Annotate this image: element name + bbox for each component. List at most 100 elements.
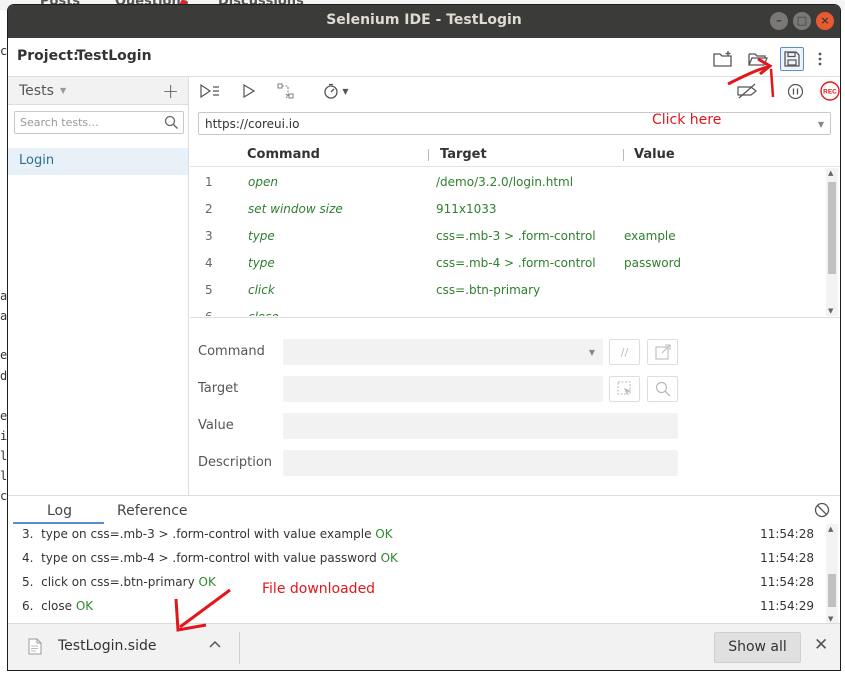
- row-number: 1: [205, 175, 213, 189]
- download-file-name[interactable]: TestLogin.side: [58, 638, 156, 654]
- log-entry: 5. click on css=.btn-primary OK 11:54:28: [8, 572, 823, 596]
- log-number: 3.: [22, 527, 34, 541]
- log-entry: 3. type on css=.mb-3 > .form-control wit…: [8, 524, 823, 548]
- row-number: 4: [205, 256, 213, 270]
- search-icon: [164, 115, 179, 134]
- scroll-up-icon[interactable]: ▲: [828, 525, 833, 533]
- add-test-button[interactable]: +: [162, 79, 179, 103]
- test-editor: ▼ REC https://coreui.io ▼ Command Target…: [190, 77, 840, 495]
- comment-button[interactable]: //: [609, 339, 640, 365]
- log-number: 5.: [22, 575, 34, 589]
- scroll-down-icon[interactable]: ▼: [828, 307, 833, 315]
- file-icon: [28, 638, 42, 659]
- arrow-annotation-icon: [727, 57, 775, 98]
- search-icon: [655, 381, 670, 397]
- description-input[interactable]: [283, 450, 678, 476]
- row-command: type: [248, 229, 275, 243]
- open-external-icon: [654, 344, 671, 360]
- close-window-button[interactable]: ×: [816, 12, 834, 30]
- table-row[interactable]: 6 close: [190, 303, 826, 316]
- log-text: type on css=.mb-4 > .form-control with v…: [41, 551, 377, 565]
- target-input[interactable]: [283, 376, 603, 402]
- click-here-annotation: Click here: [652, 112, 722, 128]
- minimize-button[interactable]: –: [770, 12, 788, 30]
- show-all-button[interactable]: Show all: [714, 632, 801, 663]
- project-name[interactable]: TestLogin: [76, 48, 152, 64]
- pause-icon: [787, 83, 803, 99]
- open-reference-button[interactable]: [647, 339, 678, 365]
- record-label: REC: [823, 89, 837, 96]
- header-target: Target: [440, 147, 487, 162]
- header-value: Value: [634, 147, 675, 162]
- step-over-icon: [277, 83, 294, 99]
- scrollbar-thumb[interactable]: [828, 574, 836, 607]
- row-command: close: [248, 310, 279, 316]
- log-panel: Log Reference 3. type on css=.mb-3 > .fo…: [8, 495, 840, 624]
- find-target-button[interactable]: [647, 376, 678, 402]
- tab-log[interactable]: Log: [47, 503, 72, 519]
- more-options-button[interactable]: [808, 47, 832, 71]
- log-number: 6.: [22, 599, 34, 613]
- log-text: close: [41, 599, 73, 613]
- run-current-test-button[interactable]: [238, 82, 260, 100]
- table-row[interactable]: 5 click css=.btn-primary: [190, 276, 826, 303]
- caret-down-icon: ▼: [342, 86, 349, 96]
- tab-reference[interactable]: Reference: [117, 503, 188, 519]
- log-number: 4.: [22, 551, 34, 565]
- test-speed-button[interactable]: ▼: [318, 82, 354, 100]
- log-entry: 6. close OK 11:54:29: [8, 596, 823, 620]
- table-row[interactable]: 3 type css=.mb-3 > .form-control example: [190, 222, 826, 249]
- row-number: 6: [205, 310, 213, 316]
- file-downloaded-annotation: File downloaded: [262, 581, 376, 597]
- chevron-up-icon[interactable]: [209, 638, 221, 651]
- caret-down-icon: ▼: [60, 86, 67, 95]
- scroll-down-icon[interactable]: ▼: [828, 615, 833, 623]
- caret-down-icon: ▼: [817, 120, 824, 129]
- row-command: set window size: [248, 202, 343, 216]
- maximize-button[interactable]: □: [793, 12, 811, 30]
- step-over-button[interactable]: [275, 82, 297, 100]
- log-list: 3. type on css=.mb-3 > .form-control wit…: [8, 524, 823, 624]
- table-row[interactable]: 4 type css=.mb-4 > .form-control passwor…: [190, 249, 826, 276]
- command-editor: Command ▼ // Target Value Description: [190, 317, 840, 495]
- scroll-up-icon[interactable]: ▲: [828, 169, 833, 177]
- search-tests-input[interactable]: Search tests...: [14, 111, 184, 134]
- close-download-bar-button[interactable]: ✕: [814, 635, 828, 655]
- pause-on-exceptions-button[interactable]: [784, 82, 806, 100]
- run-all-tests-button[interactable]: [199, 82, 221, 100]
- tests-dropdown[interactable]: Tests: [19, 83, 54, 99]
- header-command: Command: [247, 147, 320, 162]
- row-target: css=.mb-4 > .form-control: [436, 256, 596, 270]
- selenium-ide-window: Selenium IDE - TestLogin – □ × Project: …: [8, 5, 840, 670]
- log-scrollbar[interactable]: ▲ ▼: [826, 524, 838, 624]
- scrollbar-thumb[interactable]: [828, 182, 836, 274]
- clear-log-button[interactable]: [814, 502, 830, 522]
- table-row[interactable]: 1 open /demo/3.2.0/login.html: [190, 168, 826, 195]
- log-time: 11:54:28: [760, 551, 814, 565]
- description-label: Description: [198, 455, 273, 470]
- base-url-input[interactable]: https://coreui.io ▼: [198, 112, 831, 135]
- project-bar: Project: TestLogin: [8, 38, 840, 77]
- window-title: Selenium IDE - TestLogin: [326, 12, 522, 28]
- row-value: example: [624, 229, 676, 243]
- commands-table-header: Command Target Value: [190, 142, 840, 167]
- row-target: css=.mb-3 > .form-control: [436, 229, 596, 243]
- row-number: 3: [205, 229, 213, 243]
- value-input[interactable]: [283, 413, 678, 439]
- row-target: /demo/3.2.0/login.html: [436, 175, 574, 189]
- clear-icon: [814, 502, 830, 518]
- log-entry: 4. type on css=.mb-4 > .form-control wit…: [8, 548, 823, 572]
- record-button[interactable]: REC: [819, 81, 840, 101]
- command-select[interactable]: ▼: [283, 339, 603, 365]
- select-target-icon: [616, 381, 631, 395]
- value-label: Value: [198, 418, 234, 433]
- run-all-tests-icon: [200, 84, 219, 98]
- log-status: OK: [380, 551, 398, 565]
- test-item-login[interactable]: Login: [8, 148, 188, 175]
- commands-scrollbar[interactable]: ▲ ▼: [826, 168, 838, 316]
- table-row[interactable]: 2 set window size 911x1033: [190, 195, 826, 222]
- row-command: open: [248, 175, 278, 189]
- select-target-button[interactable]: [609, 376, 640, 402]
- column-divider: [428, 149, 429, 161]
- run-current-test-icon: [243, 84, 255, 98]
